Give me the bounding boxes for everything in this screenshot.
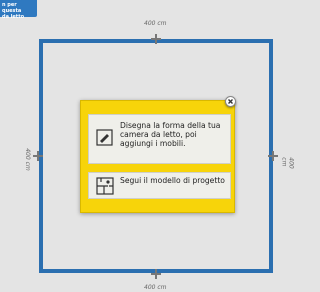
close-icon[interactable] (225, 96, 236, 107)
draw-shape-icon (96, 129, 113, 150)
bottom-width-label: 400 cm (144, 284, 167, 291)
left-wall-handle-icon[interactable] (32, 150, 44, 162)
top-wall-handle-icon[interactable] (150, 33, 162, 45)
right-wall-handle-icon[interactable] (267, 150, 279, 162)
top-width-label: 400 cm (144, 20, 167, 27)
draw-room-label: Disegna la forma della tua camera da let… (120, 121, 221, 149)
left-height-label: 400 cm (23, 148, 31, 171)
right-height-label: 400 cm (280, 157, 295, 169)
bottom-wall-handle-icon[interactable] (150, 268, 162, 280)
template-option[interactable]: Segui il modello di progetto (88, 172, 231, 199)
corner-tag-line2: da letto (2, 14, 25, 20)
template-label: Segui il modello di progetto (120, 176, 225, 185)
floorplan-template-icon (96, 177, 114, 199)
draw-room-option[interactable]: Disegna la forma della tua camera da let… (88, 114, 231, 164)
corner-help-tag[interactable]: n per questa da letto (0, 0, 37, 20)
corner-tag-line1: n per questa (2, 2, 22, 14)
